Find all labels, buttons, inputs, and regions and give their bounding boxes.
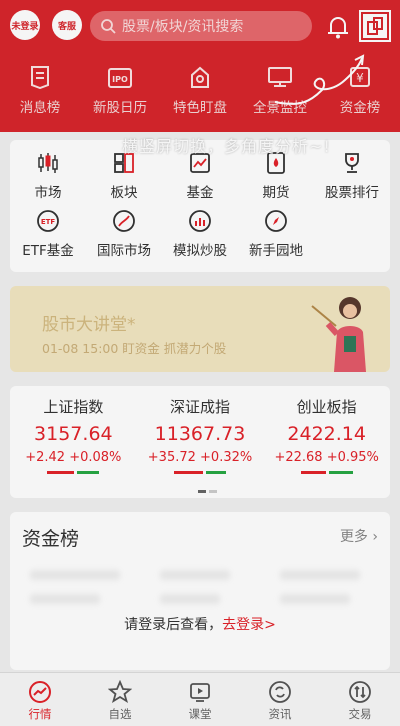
- tab-label: 行情: [28, 707, 52, 721]
- trophy-icon: [339, 150, 365, 176]
- tab-label: 资讯: [268, 707, 292, 721]
- menu-item-blocks[interactable]: 板块: [86, 150, 162, 208]
- search-input[interactable]: 股票/板块/资讯搜索: [90, 11, 312, 41]
- index-sh[interactable]: 上证指数 3157.64 +2.42 +0.08%: [10, 396, 137, 474]
- star-icon: [108, 680, 132, 703]
- compass-icon: [263, 208, 289, 234]
- login-link[interactable]: 去登录>: [222, 617, 276, 633]
- quick-nav-label: 特色盯盘: [173, 100, 227, 116]
- rotate-screen-icon: [367, 17, 383, 35]
- ipo-calendar-icon: IPO: [107, 64, 133, 90]
- feature-grid: 市场 板块 基金 期货 股票排行 ETF ETF基金 国际市场 模拟炒股 新手园…: [10, 140, 390, 266]
- feature-menu-card: 市场 板块 基金 期货 股票排行 ETF ETF基金 国际市场 模拟炒股 新手园…: [10, 140, 390, 272]
- menu-label: 国际市场: [97, 243, 151, 259]
- quick-nav-label: 消息榜: [19, 100, 61, 116]
- orientation-tip: 横竖屏切换，多角度分析~!: [122, 137, 331, 156]
- play-icon: [190, 683, 210, 702]
- menu-label: 板块: [110, 185, 138, 201]
- news-list-icon: [27, 64, 53, 90]
- fund-rank-card: 资金榜 更多 › 请登录后查看，去登录>: [10, 512, 390, 670]
- index-name: 深证成指: [170, 398, 231, 416]
- top-row: 未登录 客服 股票/板块/资讯搜索: [0, 10, 400, 44]
- tab-label: 交易: [348, 707, 372, 721]
- menu-label: 模拟炒股: [173, 243, 227, 259]
- menu-label: 市场: [34, 185, 62, 201]
- candlestick-icon: [35, 150, 61, 176]
- fund-rank-more-link[interactable]: 更多 ›: [340, 526, 378, 546]
- menu-label: 期货: [262, 185, 290, 201]
- globe-icon: [111, 208, 137, 234]
- menu-item-stock-rank[interactable]: 股票排行: [314, 150, 390, 208]
- menu-item-global[interactable]: 国际市场: [86, 208, 162, 266]
- menu-label: ETF基金: [22, 243, 74, 259]
- menu-item-simulation[interactable]: 模拟炒股: [162, 208, 238, 266]
- index-change: +22.68 +0.95%: [274, 450, 379, 465]
- quick-nav-label: 新股日历: [93, 100, 147, 116]
- banner-title: 股市大讲堂*: [42, 315, 136, 335]
- blurred-row: [160, 570, 230, 580]
- blurred-row: [280, 570, 360, 580]
- tab-watchlist[interactable]: 自选: [80, 673, 160, 726]
- index-breadth-bar: [47, 471, 100, 474]
- index-breadth-bar: [174, 471, 226, 474]
- index-change: +2.42 +0.08%: [25, 450, 122, 465]
- menu-item-fund[interactable]: 基金: [162, 150, 238, 208]
- promo-banner[interactable]: 股市大讲堂* 01-08 15:00 盯资金 抓潜力个股: [10, 286, 390, 372]
- tab-label: 自选: [108, 707, 132, 721]
- rotate-screen-button[interactable]: [359, 10, 391, 42]
- search-placeholder: 股票/板块/资讯搜索: [122, 19, 244, 35]
- menu-label: 新手园地: [249, 243, 303, 259]
- svg-text:ETF: ETF: [41, 218, 56, 226]
- index-value: 3157.64: [34, 423, 113, 445]
- tab-trade[interactable]: 交易: [320, 673, 400, 726]
- tab-market[interactable]: 行情: [0, 673, 80, 726]
- tab-label: 课堂: [188, 707, 212, 721]
- search-icon: [101, 19, 116, 34]
- index-sz[interactable]: 深证成指 11367.73 +35.72 +0.32%: [137, 396, 264, 474]
- quick-nav-news[interactable]: 消息榜: [0, 64, 80, 124]
- page-indicator: [198, 490, 217, 493]
- menu-item-futures[interactable]: 期货: [238, 150, 314, 208]
- menu-label: 基金: [186, 185, 214, 201]
- watch-icon: [187, 64, 213, 90]
- index-card: 上证指数 3157.64 +2.42 +0.08% 深证成指 11367.73 …: [10, 386, 390, 498]
- blurred-row: [160, 594, 220, 604]
- menu-label: 股票排行: [325, 185, 379, 201]
- login-prompt: 请登录后查看，去登录>: [124, 617, 276, 633]
- service-badge[interactable]: 客服: [52, 10, 82, 40]
- index-value: 2422.14: [287, 423, 366, 445]
- blurred-row: [30, 594, 100, 604]
- blurred-row: [30, 570, 120, 580]
- etf-icon: ETF: [35, 208, 61, 234]
- trade-icon: [349, 681, 371, 703]
- refresh-icon: [269, 681, 291, 703]
- index-name: 创业板指: [296, 398, 357, 416]
- fund-rank-title: 资金榜: [22, 528, 80, 550]
- index-name: 上证指数: [43, 398, 104, 416]
- menu-item-beginner[interactable]: 新手园地: [238, 208, 314, 266]
- quick-nav-watch[interactable]: 特色盯盘: [160, 64, 240, 124]
- tab-news[interactable]: 资讯: [240, 673, 320, 726]
- tab-classroom[interactable]: 课堂: [160, 673, 240, 726]
- menu-item-etf[interactable]: ETF ETF基金: [10, 208, 86, 266]
- index-value: 11367.73: [154, 423, 246, 445]
- tip-arrow-icon: [274, 54, 365, 105]
- svg-text:IPO: IPO: [112, 75, 128, 84]
- simulation-icon: [187, 208, 213, 234]
- index-row: 上证指数 3157.64 +2.42 +0.08% 深证成指 11367.73 …: [10, 386, 390, 474]
- blurred-row: [280, 594, 350, 604]
- bell-icon[interactable]: [326, 14, 350, 40]
- menu-item-market[interactable]: 市场: [10, 150, 86, 208]
- index-breadth-bar: [300, 471, 353, 474]
- login-badge[interactable]: 未登录: [10, 10, 40, 40]
- banner-subtitle: 01-08 15:00 盯资金 抓潜力个股: [42, 341, 227, 356]
- index-cyb[interactable]: 创业板指 2422.14 +22.68 +0.95%: [263, 396, 390, 474]
- index-change: +35.72 +0.32%: [147, 450, 253, 465]
- presenter-illustration: [311, 297, 366, 372]
- bottom-tab-bar: 行情 自选 课堂 资讯 交易: [0, 672, 400, 726]
- market-trend-icon: [29, 681, 51, 703]
- quick-nav-ipo[interactable]: IPO 新股日历: [80, 64, 160, 124]
